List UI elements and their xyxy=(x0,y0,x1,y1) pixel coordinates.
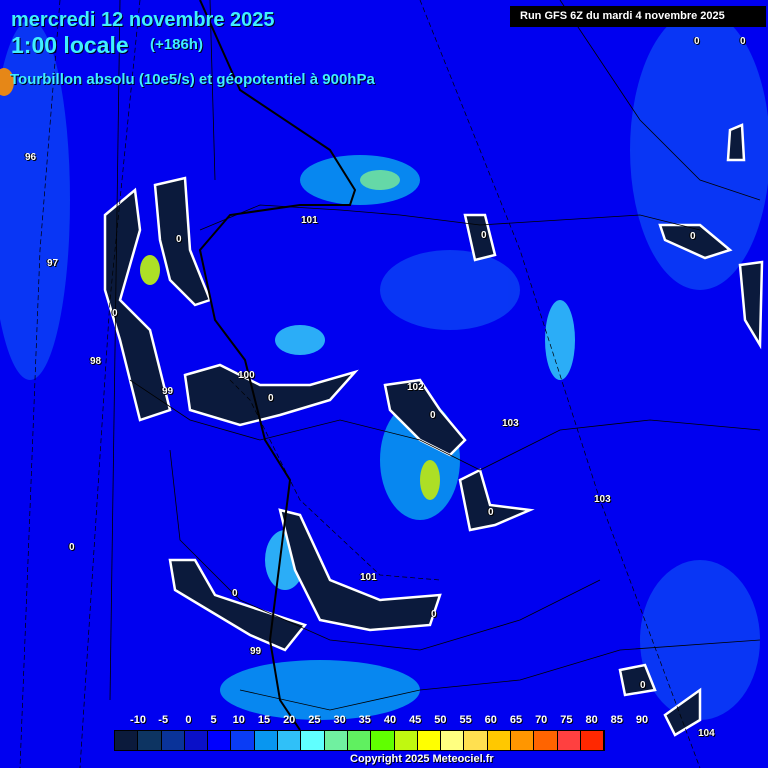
legend-tick-label: 50 xyxy=(434,714,447,726)
legend-swatch xyxy=(580,731,605,750)
legend-tick-label: 60 xyxy=(484,714,497,726)
legend-tick-label: 40 xyxy=(383,714,397,726)
zero-vorticity-label: 0 xyxy=(232,588,238,599)
legend-swatch xyxy=(511,731,535,750)
zero-vorticity-label: 0 xyxy=(694,36,700,47)
geopotential-label: 100 xyxy=(238,370,255,381)
legend-tick-label: 35 xyxy=(358,714,371,726)
legend-swatch xyxy=(347,731,372,750)
zero-vorticity-label: 0 xyxy=(430,410,436,421)
geopotential-label: 98 xyxy=(90,356,102,367)
vorticity-map xyxy=(0,0,768,768)
legend-swatch xyxy=(278,731,302,750)
zero-vorticity-label: 0 xyxy=(69,542,75,553)
forecast-time: 1:00 locale xyxy=(11,32,129,58)
legend-tick-label: 25 xyxy=(308,714,321,726)
legend-swatch xyxy=(417,731,442,750)
geopotential-label: 99 xyxy=(162,386,174,397)
legend-swatch xyxy=(324,731,348,750)
legend-swatch xyxy=(301,731,325,750)
field-title: Tourbillon absolu (10e5/s) et géopotenti… xyxy=(10,71,375,88)
legend-swatch xyxy=(441,731,465,750)
color-legend xyxy=(114,730,606,751)
zero-vorticity-label: 0 xyxy=(690,231,696,242)
geopotential-label: 96 xyxy=(25,152,37,163)
legend-tick-label: 55 xyxy=(459,714,472,726)
geopotential-label: 103 xyxy=(502,418,519,429)
model-run-label: Run GFS 6Z du mardi 4 novembre 2025 xyxy=(510,6,766,27)
legend-tick-label: 65 xyxy=(509,714,523,726)
legend-swatch xyxy=(487,731,512,750)
legend-tick-label: 10 xyxy=(232,714,245,726)
geopotential-label: 101 xyxy=(360,572,377,583)
zero-vorticity-label: 0 xyxy=(176,234,182,245)
legend-tick-label: -5 xyxy=(158,714,169,726)
legend-tick-label: 45 xyxy=(409,714,422,726)
legend-tick-label: -10 xyxy=(130,714,146,726)
forecast-lead-time: (+186h) xyxy=(150,36,203,53)
legend-swatch xyxy=(184,731,209,750)
legend-swatch xyxy=(115,731,139,750)
legend-swatch xyxy=(254,731,279,750)
zero-vorticity-label: 0 xyxy=(488,507,494,518)
legend-tick-label: 75 xyxy=(560,714,573,726)
legend-tick-label: 0 xyxy=(185,714,192,726)
legend-swatch xyxy=(534,731,558,750)
legend-tick-label: 70 xyxy=(535,714,548,726)
zero-vorticity-label: 0 xyxy=(112,308,118,319)
zero-vorticity-label: 0 xyxy=(640,680,646,691)
legend-tick-label: 90 xyxy=(635,714,649,726)
copyright: Copyright 2025 Meteociel.fr xyxy=(350,753,494,765)
legend-swatch xyxy=(138,731,162,750)
zero-vorticity-label: 0 xyxy=(481,230,487,241)
legend-tick-label: 30 xyxy=(333,714,346,726)
geopotential-label: 104 xyxy=(698,728,715,739)
legend-tick-label: 15 xyxy=(257,714,271,726)
legend-swatch xyxy=(394,731,418,750)
legend-swatch xyxy=(208,731,232,750)
legend-tick-label: 20 xyxy=(283,714,296,726)
zero-vorticity-label: 0 xyxy=(268,393,274,404)
zero-vorticity-label: 0 xyxy=(431,609,437,620)
forecast-date: mercredi 12 novembre 2025 xyxy=(11,9,275,31)
geopotential-label: 97 xyxy=(47,258,59,269)
geopotential-label: 102 xyxy=(407,382,424,393)
geopotential-label: 103 xyxy=(594,494,611,505)
geopotential-label: 101 xyxy=(301,215,318,226)
legend-swatch xyxy=(161,731,185,750)
legend-tick-label: 5 xyxy=(210,714,217,726)
legend-swatch xyxy=(557,731,581,750)
legend-swatch xyxy=(464,731,488,750)
geopotential-label: 99 xyxy=(250,646,262,657)
legend-swatch xyxy=(231,731,255,750)
legend-swatch xyxy=(371,731,395,750)
zero-vorticity-label: 0 xyxy=(740,36,746,47)
legend-tick-label: 80 xyxy=(585,714,598,726)
legend-ticks: -10 -5 0 5 10 15 20 25 30 35 40 45 50 55 60 65 70 75 80 85 9… xyxy=(130,714,650,728)
legend-tick-label: 85 xyxy=(610,714,623,726)
